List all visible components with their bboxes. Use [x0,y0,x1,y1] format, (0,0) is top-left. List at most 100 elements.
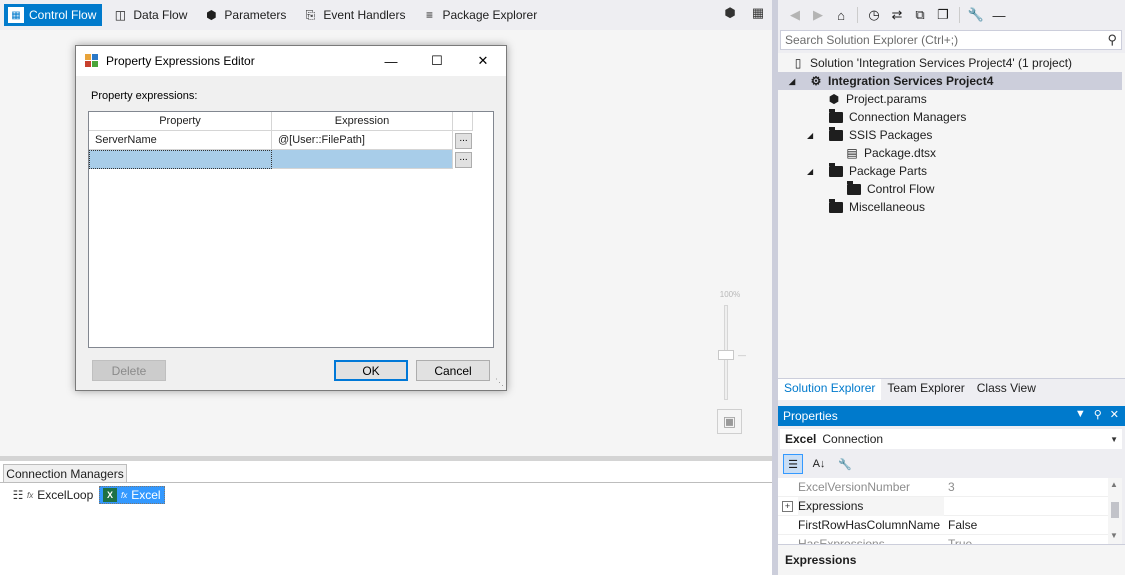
zoom-slider-thumb[interactable] [718,350,734,360]
property-row-expressions[interactable]: + Expressions [778,496,1108,516]
chevron-down-icon: ▼ [1110,434,1118,444]
grid-cell-property[interactable]: ServerName [89,131,272,150]
search-icon[interactable]: ⚲ [1107,32,1117,48]
zoom-to-fit-button[interactable]: ▣ [717,409,742,434]
property-row-excelversionnumber[interactable]: ExcelVersionNumber 3 [778,478,1108,497]
tab-event-handlers[interactable]: ⎘ Event Handlers [298,4,411,26]
property-value: False [948,517,978,532]
grid-cell-expression-new[interactable] [272,150,453,169]
solution-explorer-toolbar: ◀ ▶ ⌂ ◷ ⇄ ⧉ ❐ 🔧 — [778,0,1125,30]
tree-item-ssis-packages[interactable]: ◢ SSIS Packages [778,126,1122,144]
property-name: ExcelVersionNumber [798,479,911,494]
grid-cell-property-new[interactable] [89,150,272,169]
show-all-files-icon[interactable]: ❐ [934,6,952,24]
back-icon[interactable]: ◀ [786,6,804,24]
tab-parameters[interactable]: ⬢ Parameters [199,4,292,26]
preview-pin-icon[interactable]: — [990,6,1008,24]
scrollbar-thumb[interactable] [1111,502,1119,518]
resize-grip-icon[interactable]: ⋱ [495,377,504,388]
property-name: Expressions [798,496,944,516]
scroll-down-icon[interactable]: ▼ [1110,531,1118,540]
connection-item-excel[interactable]: X fx Excel [99,486,165,504]
connection-item-excelloop[interactable]: ☷ fx ExcelLoop [10,486,96,504]
scroll-up-icon[interactable]: ▲ [1110,480,1118,489]
close-icon[interactable]: ✕ [1110,408,1119,421]
home-icon[interactable]: ⌂ [832,6,850,24]
tab-team-explorer[interactable]: Team Explorer [881,379,970,400]
properties-scrollbar[interactable]: ▲ ▼ [1108,478,1122,544]
tree-item-package-dtsx[interactable]: ▤ Package.dtsx [778,144,1122,162]
property-expressions-grid: Property Expression ServerName @[User::F… [88,111,494,348]
tab-data-flow[interactable]: ◫ Data Flow [108,4,193,26]
connection-managers-tab[interactable]: Connection Managers [3,464,127,483]
folder-icon [829,198,843,213]
tree-item-package-parts[interactable]: ◢ Package Parts [778,162,1122,180]
tree-item-control-flow[interactable]: Control Flow [778,180,1122,198]
column-header-expression[interactable]: Expression [272,112,453,131]
tree-item-label: Package Parts [849,164,928,178]
tree-item-solution[interactable]: ▯ Solution 'Integration Services Project… [778,54,1122,72]
collapse-triangle-icon[interactable]: ◢ [807,167,813,176]
collapse-triangle-icon[interactable]: ◢ [789,77,795,86]
properties-wrench-icon[interactable]: 🔧 [967,6,985,24]
property-description-panel: Expressions [778,544,1125,575]
forward-icon[interactable]: ▶ [809,6,827,24]
tab-control-flow-label: Control Flow [29,8,97,22]
property-value: 3 [948,479,955,494]
tab-package-explorer[interactable]: ≡ Package Explorer [417,4,543,26]
grid-cell-expression[interactable]: @[User::FilePath] [272,131,453,150]
history-icon[interactable]: ◷ [865,6,883,24]
solution-explorer-search-box[interactable]: ⚲ [780,30,1122,50]
tab-control-flow[interactable]: ▦ Control Flow [4,4,103,26]
property-pages-wrench-icon[interactable]: 🔧 [835,454,855,474]
solution-explorer-tree: ▯ Solution 'Integration Services Project… [778,53,1125,378]
folder-icon [829,162,843,177]
properties-object-selector[interactable]: Excel Connection ▼ [780,429,1122,449]
folder-icon [847,180,861,195]
property-row-firstrowhascolumnname[interactable]: FirstRowHasColumnName False [778,516,1108,535]
cancel-button[interactable]: Cancel [416,360,490,381]
alphabetical-sort-icon[interactable]: A↓ [809,454,829,474]
pin-icon[interactable]: ⚲ [1094,408,1102,421]
toolbar-separator [959,7,960,23]
property-expressions-label: Property expressions: [91,90,198,102]
zoom-level-label: 100% [719,290,741,299]
categorized-icon[interactable]: ☰ [783,454,803,474]
properties-grid: ExcelVersionNumber 3 + Expressions First… [778,478,1108,544]
dialog-title-bar[interactable]: Property Expressions Editor — ☐ ✕ [76,46,506,76]
properties-object-name: Excel [785,432,817,446]
tab-solution-explorer[interactable]: Solution Explorer [778,379,882,400]
tree-item-project-params[interactable]: ⬢ Project.params [778,90,1122,108]
tab-class-view[interactable]: Class View [971,379,1042,400]
property-name: HasExpressions [798,536,885,545]
property-row-hasexpressions[interactable]: HasExpressions True [778,535,1108,545]
property-value: True [948,536,973,545]
delete-button[interactable]: Delete [92,360,166,381]
solution-explorer-search-input[interactable] [781,31,1081,49]
designer-tab-strip: ▦ Control Flow ◫ Data Flow ⬢ Parameters … [0,0,774,30]
tree-item-project[interactable]: ◢ ⚙ Integration Services Project4 [778,72,1122,90]
tree-item-miscellaneous[interactable]: Miscellaneous [778,198,1122,216]
maximize-icon[interactable]: ☐ [414,46,460,76]
package-icon-button[interactable]: ⬢ [722,5,738,21]
window-position-dropdown-icon[interactable]: ▼ [1075,408,1086,421]
close-icon[interactable]: ✕ [460,46,506,76]
tree-item-connection-managers[interactable]: Connection Managers [778,108,1122,126]
tab-parameters-label: Parameters [224,8,287,22]
collapse-triangle-icon[interactable]: ◢ [807,131,813,140]
collapse-all-icon[interactable]: ⧉ [911,6,929,24]
tree-item-label: SSIS Packages [849,128,933,142]
tool-window-tabs: Solution Explorer Team Explorer Class Vi… [778,378,1125,400]
ok-button[interactable]: OK [334,360,408,381]
variables-icon[interactable]: ▦ [750,5,766,21]
expand-plus-icon[interactable]: + [782,501,793,512]
expression-builder-button[interactable]: ... [455,152,472,168]
sync-icon[interactable]: ⇄ [888,6,906,24]
designer-toolbar-right: ⬢ ▦ [722,5,766,21]
expression-fx-icon: fx [121,490,128,500]
column-header-property[interactable]: Property [89,112,272,131]
folder-icon [829,108,843,123]
tree-item-label: Miscellaneous [849,200,926,214]
minimize-icon[interactable]: — [368,46,414,76]
expression-builder-button[interactable]: ... [455,133,472,149]
